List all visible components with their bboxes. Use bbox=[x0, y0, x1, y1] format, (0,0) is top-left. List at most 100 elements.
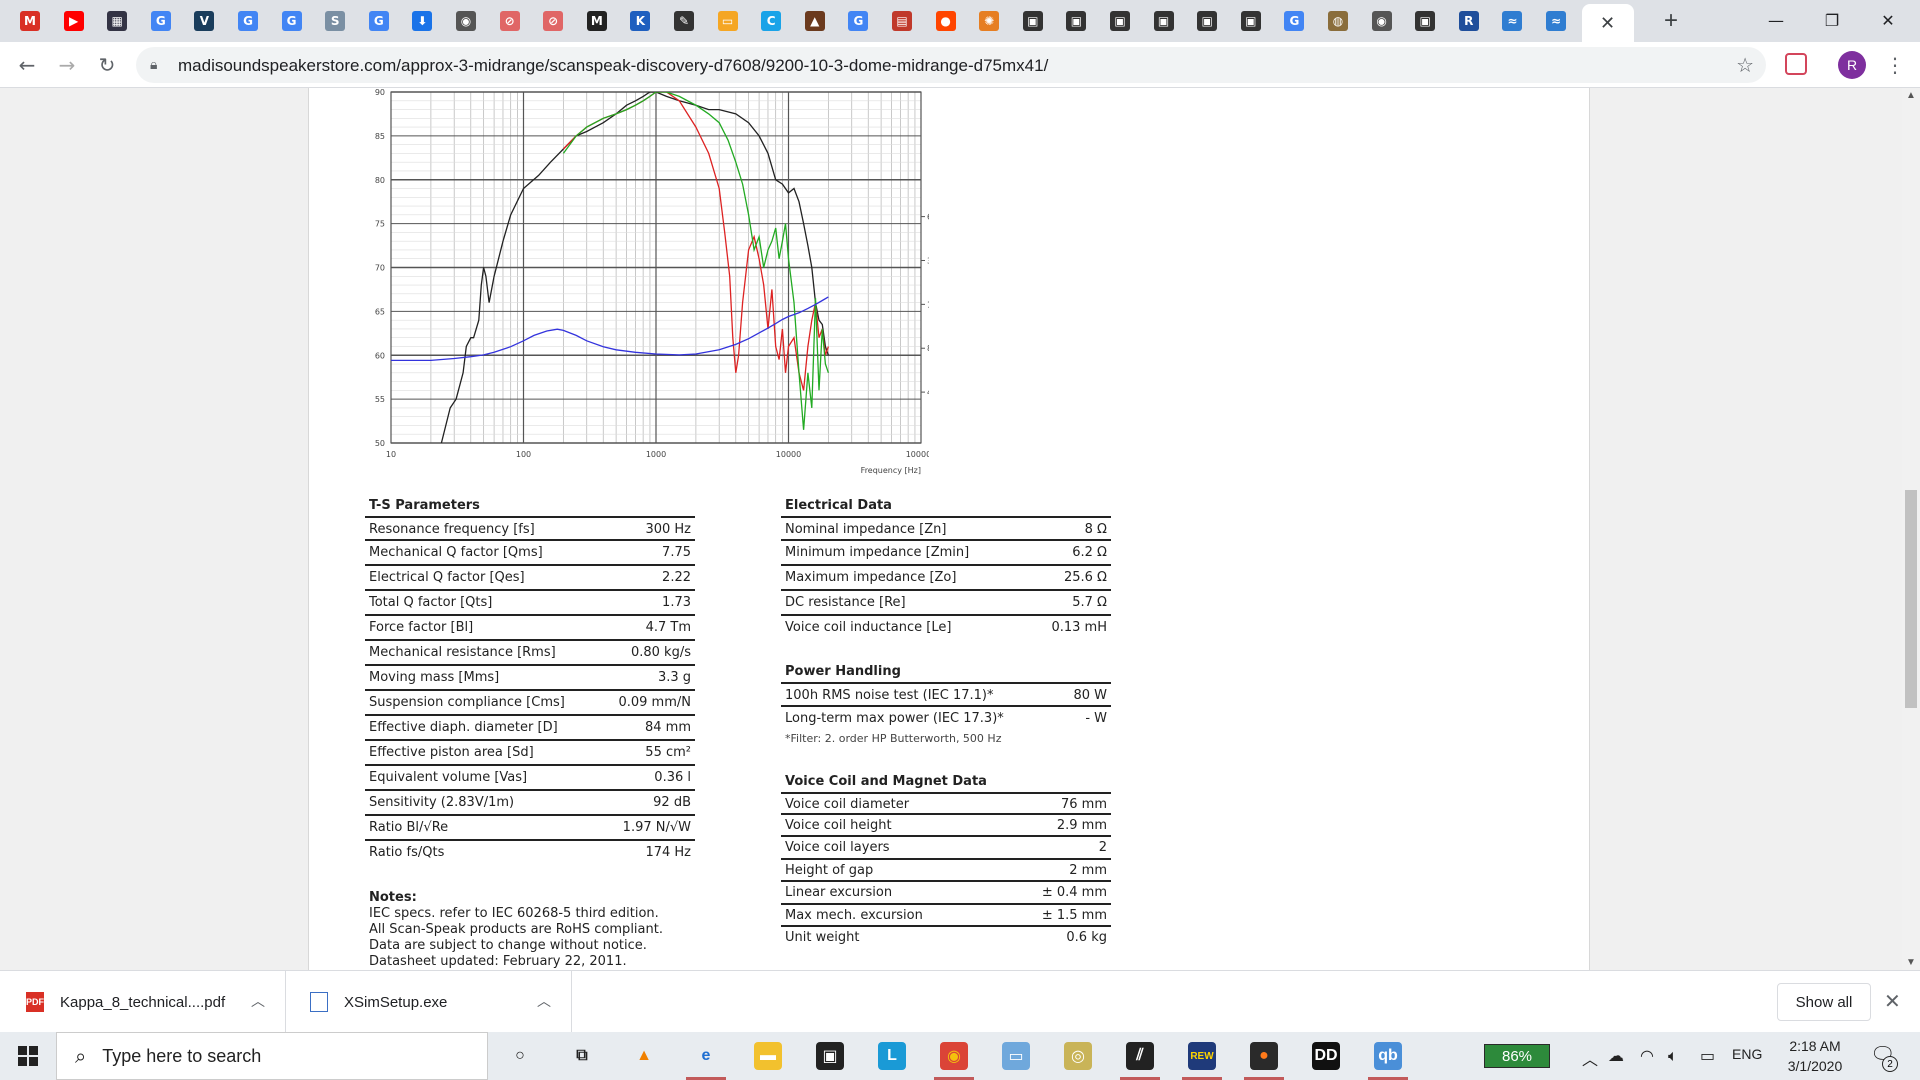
taskbar-app[interactable]: REW bbox=[1178, 1036, 1226, 1080]
browser-tab[interactable]: G bbox=[359, 4, 399, 38]
browser-tab[interactable]: M bbox=[10, 4, 50, 38]
browser-tab[interactable]: ▣ bbox=[1231, 4, 1271, 38]
param-value: 80 W bbox=[1073, 688, 1107, 703]
browser-tab[interactable]: ≈ bbox=[1492, 4, 1532, 38]
browser-tab[interactable]: ▣ bbox=[1013, 4, 1053, 38]
param-value: 84 mm bbox=[644, 720, 691, 735]
taskbar-app[interactable]: ▲ bbox=[620, 1036, 668, 1076]
browser-tab[interactable]: ≈ bbox=[1536, 4, 1576, 38]
chevron-up-icon[interactable]: ︿ bbox=[251, 991, 265, 1011]
pocket-extension-icon[interactable] bbox=[1785, 53, 1807, 75]
taskbar-app[interactable]: ▬ bbox=[744, 1036, 792, 1076]
url-text[interactable]: madisoundspeakerstore.com/approx-3-midra… bbox=[178, 56, 1048, 76]
browser-tab[interactable]: G bbox=[228, 4, 268, 38]
profile-avatar[interactable]: R bbox=[1838, 51, 1866, 79]
taskbar-app[interactable]: ● bbox=[1240, 1036, 1288, 1080]
browser-tab[interactable]: K bbox=[620, 4, 660, 38]
browser-tab[interactable]: ⊘ bbox=[533, 4, 573, 38]
browser-tab[interactable]: ▦ bbox=[97, 4, 137, 38]
browser-tab[interactable]: ⬇ bbox=[402, 4, 442, 38]
notes-line: Datasheet updated: February 22, 2011. bbox=[369, 954, 627, 969]
close-window-button[interactable]: ✕ bbox=[1860, 0, 1916, 40]
taskbar-app[interactable]: ⫽ bbox=[1116, 1036, 1164, 1080]
battery-tray-icon[interactable]: ▭ bbox=[1700, 1046, 1715, 1065]
taskbar-app[interactable]: L bbox=[868, 1036, 916, 1076]
browser-menu-icon[interactable]: ⋮ bbox=[1880, 50, 1910, 80]
ts-parameters-table: T-S Parameters Resonance frequency [fs] 3… bbox=[365, 496, 695, 866]
battery-indicator[interactable]: 86% bbox=[1484, 1044, 1550, 1068]
table-row: Maximum impedance [Zo] 25.6 Ω bbox=[781, 566, 1111, 591]
forward-button[interactable]: → bbox=[52, 50, 82, 80]
chevron-up-icon[interactable]: ︿ bbox=[537, 991, 551, 1011]
taskbar-search-box[interactable]: ⌕ Type here to search bbox=[56, 1032, 488, 1080]
store-icon: ▣ bbox=[816, 1042, 844, 1070]
browser-tab[interactable]: ▭ bbox=[708, 4, 748, 38]
param-label: Sensitivity (2.83V/1m) bbox=[369, 795, 515, 810]
google-icon: G bbox=[848, 11, 869, 31]
browser-tab[interactable]: ● bbox=[926, 4, 966, 38]
browser-tab[interactable]: ▣ bbox=[1056, 4, 1096, 38]
taskbar-app[interactable]: e bbox=[682, 1036, 730, 1080]
language-indicator[interactable]: ENG bbox=[1732, 1046, 1762, 1062]
browser-tab[interactable]: ⊘ bbox=[490, 4, 530, 38]
download-item-exe[interactable]: XSimSetup.exe ︿ bbox=[286, 971, 572, 1033]
browser-tab[interactable]: V bbox=[184, 4, 224, 38]
address-bar[interactable]: 🔒︎ madisoundspeakerstore.com/approx-3-mi… bbox=[136, 47, 1766, 83]
download-item-pdf[interactable]: PDF Kappa_8_technical....pdf ︿ bbox=[0, 971, 286, 1033]
param-value: 2 bbox=[1098, 840, 1107, 855]
browser-tab[interactable]: G bbox=[272, 4, 312, 38]
minimize-button[interactable]: — bbox=[1748, 0, 1804, 40]
taskbar-app[interactable]: qb bbox=[1364, 1036, 1412, 1080]
taskbar-app[interactable]: ◎ bbox=[1054, 1036, 1102, 1076]
browser-tab[interactable]: ▣ bbox=[1144, 4, 1184, 38]
browser-tab[interactable]: ▣ bbox=[1405, 4, 1445, 38]
param-value: 4.7 Tm bbox=[645, 620, 691, 635]
back-button[interactable]: ← bbox=[12, 50, 42, 80]
power-handling-table: Power Handling 100h RMS noise test (IEC … bbox=[781, 662, 1111, 750]
browser-tab[interactable]: ▣ bbox=[1100, 4, 1140, 38]
taskbar-app[interactable]: ○ bbox=[496, 1036, 544, 1076]
browser-tab[interactable]: ▶ bbox=[54, 4, 94, 38]
system-clock[interactable]: 2:18 AM 3/1/2020 bbox=[1782, 1036, 1848, 1076]
scroll-down-arrow-icon[interactable]: ▼ bbox=[1906, 957, 1916, 968]
y-tick-label: 80 bbox=[375, 176, 385, 185]
wifi-icon[interactable]: ◠ bbox=[1640, 1046, 1654, 1065]
close-tab-icon[interactable]: ✕ bbox=[1600, 13, 1615, 34]
browser-tab[interactable]: ▲ bbox=[795, 4, 835, 38]
browser-tab[interactable]: ◉ bbox=[1362, 4, 1402, 38]
new-tab-button[interactable]: + bbox=[1656, 6, 1686, 36]
scroll-thumb[interactable] bbox=[1905, 490, 1917, 708]
volume-icon[interactable]: 🔈︎ bbox=[1668, 1046, 1678, 1066]
browser-tab[interactable]: R bbox=[1449, 4, 1489, 38]
taskbar-app[interactable]: ▭ bbox=[992, 1036, 1040, 1076]
close-download-bar-icon[interactable]: ✕ bbox=[1884, 989, 1901, 1013]
lock-icon[interactable]: 🔒︎ bbox=[150, 56, 157, 73]
vertical-scrollbar[interactable]: ▲ ▼ bbox=[1902, 88, 1920, 970]
browser-tab[interactable]: G bbox=[1274, 4, 1314, 38]
browser-tab[interactable]: ✺ bbox=[969, 4, 1009, 38]
show-all-button[interactable]: Show all bbox=[1777, 983, 1871, 1021]
start-button[interactable] bbox=[0, 1032, 56, 1080]
taskbar-app[interactable]: ▣ bbox=[806, 1036, 854, 1076]
active-tab[interactable]: ✕ bbox=[1581, 4, 1634, 42]
browser-tab[interactable]: ▣ bbox=[1187, 4, 1227, 38]
taskbar-app[interactable]: ◉ bbox=[930, 1036, 978, 1080]
bookmark-star-icon[interactable]: ☆ bbox=[1736, 53, 1754, 78]
taskbar-app[interactable]: ⧉ bbox=[558, 1036, 606, 1076]
browser-tab[interactable]: ◍ bbox=[1318, 4, 1358, 38]
restore-button[interactable]: ❐ bbox=[1804, 0, 1860, 40]
browser-tab[interactable]: S bbox=[315, 4, 355, 38]
taskbar-app[interactable]: DD bbox=[1302, 1036, 1350, 1076]
browser-tab[interactable]: ◉ bbox=[446, 4, 486, 38]
browser-tab[interactable]: ▤ bbox=[882, 4, 922, 38]
browser-tab[interactable]: C bbox=[751, 4, 791, 38]
browser-tab[interactable]: M bbox=[577, 4, 617, 38]
browser-tab[interactable]: G bbox=[838, 4, 878, 38]
browser-tab[interactable]: G bbox=[141, 4, 181, 38]
scroll-up-arrow-icon[interactable]: ▲ bbox=[1906, 90, 1916, 101]
site-icon: ⊘ bbox=[499, 11, 520, 31]
reload-button[interactable]: ↻ bbox=[92, 50, 122, 80]
browser-tab[interactable]: ✎ bbox=[664, 4, 704, 38]
network-icon[interactable]: ☁ bbox=[1608, 1046, 1624, 1065]
show-hidden-icons-icon[interactable]: ︿ bbox=[1582, 1046, 1598, 1070]
